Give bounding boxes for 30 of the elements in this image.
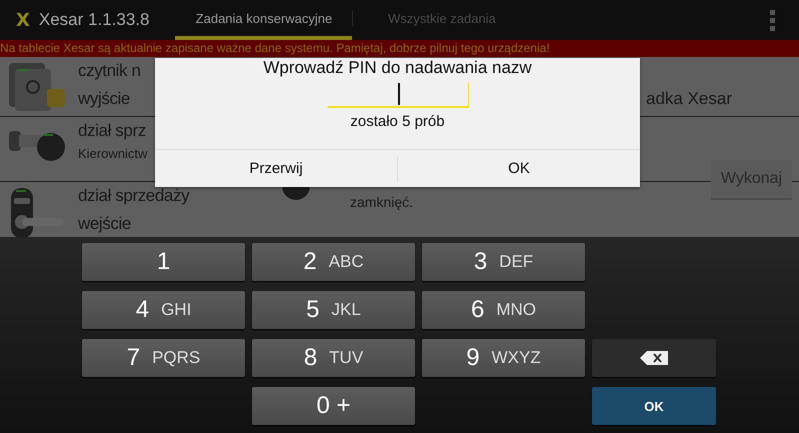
task-title: dział sprz [78, 120, 147, 142]
key[interactable]: 0 + [252, 387, 415, 425]
key[interactable]: 1 [82, 243, 245, 281]
task-title: wyjście [78, 88, 131, 110]
task-detail: adka Xesar [646, 89, 732, 109]
app-logo: X [16, 10, 30, 30]
menu-icon[interactable] [770, 10, 775, 30]
key[interactable]: 2 ABC [252, 243, 415, 281]
dialog-button[interactable]: OK [398, 150, 640, 187]
pin-field[interactable] [326, 82, 468, 108]
attempts-text: zostało 5 prób [350, 113, 445, 130]
task-title: czytnik n [78, 60, 141, 82]
backspace-icon [640, 351, 668, 365]
key[interactable]: 8 TUV [252, 339, 415, 377]
task-title: wejście [78, 213, 132, 235]
warning-banner: Na tablecie Xesar są aktualnie zapisane ważne dane systemu. Pamiętaj, dobrze pilnuj tego urządzenia! [0, 40, 799, 57]
key[interactable]: 5 JKL [252, 291, 415, 329]
task-subtitle: Kierownictw [78, 145, 148, 163]
ok-key[interactable]: OK [592, 387, 716, 425]
key[interactable]: 4 GHI [82, 291, 245, 329]
backspace-key[interactable] [592, 339, 716, 377]
key[interactable]: 6 MNO [422, 291, 585, 329]
dialog-title: Wprowadź PIN do nadawania nazw [263, 58, 532, 78]
key[interactable]: 9 WXYZ [422, 339, 585, 377]
task-detail: zamknięć. [350, 194, 414, 210]
app-title: Xesar 1.1.33.8 [38, 10, 150, 30]
dialog-button[interactable]: Przerwij [155, 150, 397, 187]
key[interactable]: 7 PQRS [82, 339, 245, 377]
key[interactable]: 3 DEF [422, 243, 585, 281]
task-title: dział sprzedaży [78, 185, 190, 207]
